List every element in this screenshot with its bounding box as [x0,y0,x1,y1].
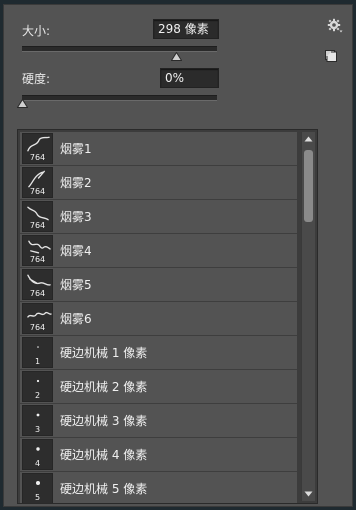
brush-size-label: 3 [34,425,41,434]
brush-size-label: 4 [34,459,41,468]
hardness-input[interactable]: 0% [160,68,219,88]
size-slider-track[interactable] [22,46,217,52]
preset-name: 硬边机械 4 像素 [60,448,148,462]
size-label: 大小: [22,24,51,38]
smoke-brush-thumbnail-icon: 764 [22,201,53,232]
round-brush-thumbnail-icon: 5 [22,473,53,503]
brush-size-label: 2 [34,391,41,400]
preset-row[interactable]: 764 烟雾3 [20,200,297,234]
preset-name: 烟雾5 [60,278,92,292]
preset-row[interactable]: 764 烟雾2 [20,166,297,200]
hardness-label: 硬度: [22,72,51,86]
preset-name: 烟雾3 [60,210,92,224]
preset-name: 硬边机械 1 像素 [60,346,148,360]
smoke-brush-thumbnail-icon: 764 [22,269,53,300]
brush-size-label: 764 [29,255,46,264]
gear-icon[interactable] [327,18,343,34]
size-input[interactable]: 298 像素 [153,19,219,39]
brush-size-label: 764 [29,221,46,230]
preset-row[interactable]: 764 烟雾1 [20,132,297,166]
preset-row[interactable]: 2 硬边机械 2 像素 [20,370,297,404]
preset-rows: 764 烟雾1 764 烟雾2 764 烟雾3 764 烟雾4 764 烟雾5 764 烟雾6 1 硬边机… [20,132,297,503]
brush-size-label: 5 [34,493,41,502]
preset-name: 烟雾6 [60,312,92,326]
preset-row[interactable]: 5 硬边机械 5 像素 [20,472,297,503]
smoke-brush-thumbnail-icon: 764 [22,133,53,164]
preset-name: 烟雾1 [60,142,92,156]
preset-name: 烟雾4 [60,244,92,258]
smoke-brush-thumbnail-icon: 764 [22,235,53,266]
round-brush-thumbnail-icon: 3 [22,405,53,436]
round-brush-thumbnail-icon: 2 [22,371,53,402]
preset-row[interactable]: 764 烟雾6 [20,302,297,336]
brush-size-label: 1 [34,357,41,366]
brush-size-label: 764 [29,153,46,162]
round-brush-thumbnail-icon: 4 [22,439,53,470]
brush-size-label: 764 [29,323,46,332]
brush-preset-list: 764 烟雾1 764 烟雾2 764 烟雾3 764 烟雾4 764 烟雾5 764 烟雾6 1 硬边机… [17,129,318,504]
preset-name: 硬边机械 5 像素 [60,482,148,496]
preset-row[interactable]: 764 烟雾4 [20,234,297,268]
preset-name: 硬边机械 2 像素 [60,380,148,394]
brush-size-label: 764 [29,289,46,298]
round-brush-thumbnail-icon: 1 [22,337,53,368]
scrollbar[interactable] [301,132,315,501]
scrollbar-thumb[interactable] [304,150,313,222]
brush-size-label: 764 [29,187,46,196]
brush-preset-panel: 大小: 298 像素 硬度: 0% 764 烟雾1 764 烟雾2 764 烟雾… [3,4,353,507]
new-preset-icon[interactable] [325,50,337,62]
preset-name: 烟雾2 [60,176,92,190]
preset-name: 硬边机械 3 像素 [60,414,148,428]
smoke-brush-thumbnail-icon: 764 [22,303,53,334]
scroll-up-arrow-icon[interactable] [302,134,315,144]
preset-row[interactable]: 3 硬边机械 3 像素 [20,404,297,438]
hardness-slider-track[interactable] [22,95,217,101]
preset-row[interactable]: 4 硬边机械 4 像素 [20,438,297,472]
scroll-down-arrow-icon[interactable] [302,489,315,499]
smoke-brush-thumbnail-icon: 764 [22,167,53,198]
preset-row[interactable]: 764 烟雾5 [20,268,297,302]
preset-row[interactable]: 1 硬边机械 1 像素 [20,336,297,370]
